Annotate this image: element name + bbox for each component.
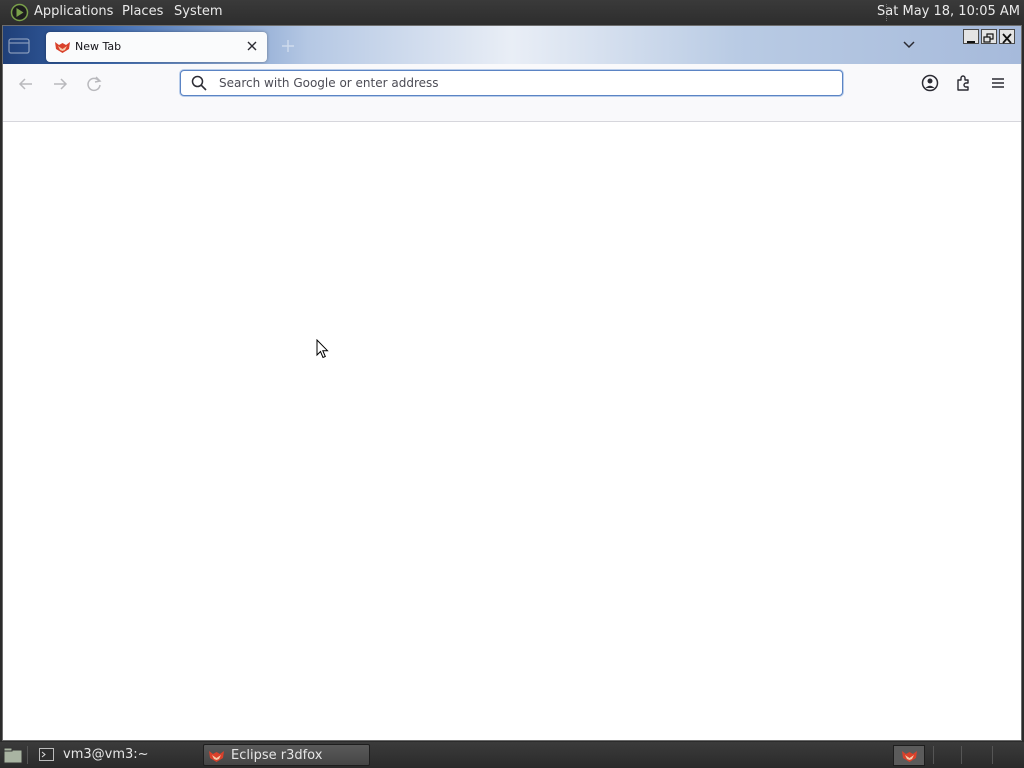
address-input[interactable] xyxy=(219,74,829,92)
distro-logo-icon[interactable] xyxy=(10,3,29,22)
panel-separator xyxy=(27,746,28,764)
hamburger-menu-icon[interactable] xyxy=(988,73,1008,93)
account-icon[interactable] xyxy=(920,73,940,93)
close-icon xyxy=(1002,33,1012,44)
tab-bar: New Tab xyxy=(3,26,1021,64)
close-tab-icon[interactable] xyxy=(245,39,259,53)
workspace-separator xyxy=(992,746,993,764)
back-arrow-icon[interactable] xyxy=(15,73,37,95)
system-menu[interactable]: System xyxy=(174,4,222,19)
show-desktop-icon[interactable] xyxy=(3,747,23,764)
toolbar-spacer xyxy=(3,102,1021,122)
workspace-separator xyxy=(961,746,962,764)
workspace-separator xyxy=(933,746,934,764)
minimize-button[interactable] xyxy=(963,29,979,44)
r3dfox-tray-icon xyxy=(902,751,917,762)
page-content[interactable] xyxy=(3,123,1021,740)
url-bar[interactable] xyxy=(180,70,843,96)
terminal-icon xyxy=(39,748,54,761)
top-panel: Applications Places System Sat May 18, 1… xyxy=(0,0,1024,25)
window-controls xyxy=(963,29,1017,44)
applications-menu[interactable]: Applications xyxy=(34,4,113,19)
mouse-pointer-icon xyxy=(316,339,329,359)
close-window-button[interactable] xyxy=(999,29,1015,44)
browser-window: New Tab xyxy=(2,25,1022,741)
search-icon xyxy=(191,75,207,91)
task-browser[interactable]: Eclipse r3dfox xyxy=(203,744,370,766)
firefox-view-icon[interactable] xyxy=(8,38,30,54)
reload-icon[interactable] xyxy=(83,73,105,95)
r3dfox-favicon-icon xyxy=(55,42,70,53)
minimize-icon xyxy=(967,41,975,43)
navigation-toolbar xyxy=(3,64,1021,102)
new-tab-plus-icon[interactable] xyxy=(280,38,296,54)
clock[interactable]: Sat May 18, 10:05 AM xyxy=(877,4,1020,19)
tab-title: New Tab xyxy=(75,40,122,53)
extensions-puzzle-icon[interactable] xyxy=(954,73,974,93)
restore-button[interactable] xyxy=(981,29,997,44)
task-label: Eclipse r3dfox xyxy=(231,748,323,763)
forward-arrow-icon[interactable] xyxy=(49,73,71,95)
chevron-down-icon[interactable] xyxy=(902,39,916,51)
r3dfox-icon xyxy=(209,751,224,762)
restore-icon xyxy=(983,33,994,43)
tab-new-tab[interactable]: New Tab xyxy=(46,32,267,62)
task-terminal[interactable]: vm3@vm3:~ xyxy=(35,744,200,766)
bottom-panel: vm3@vm3:~ Eclipse r3dfox xyxy=(0,742,1024,768)
places-menu[interactable]: Places xyxy=(122,4,163,19)
task-label: vm3@vm3:~ xyxy=(63,747,149,762)
tray-browser-button[interactable] xyxy=(893,745,925,766)
